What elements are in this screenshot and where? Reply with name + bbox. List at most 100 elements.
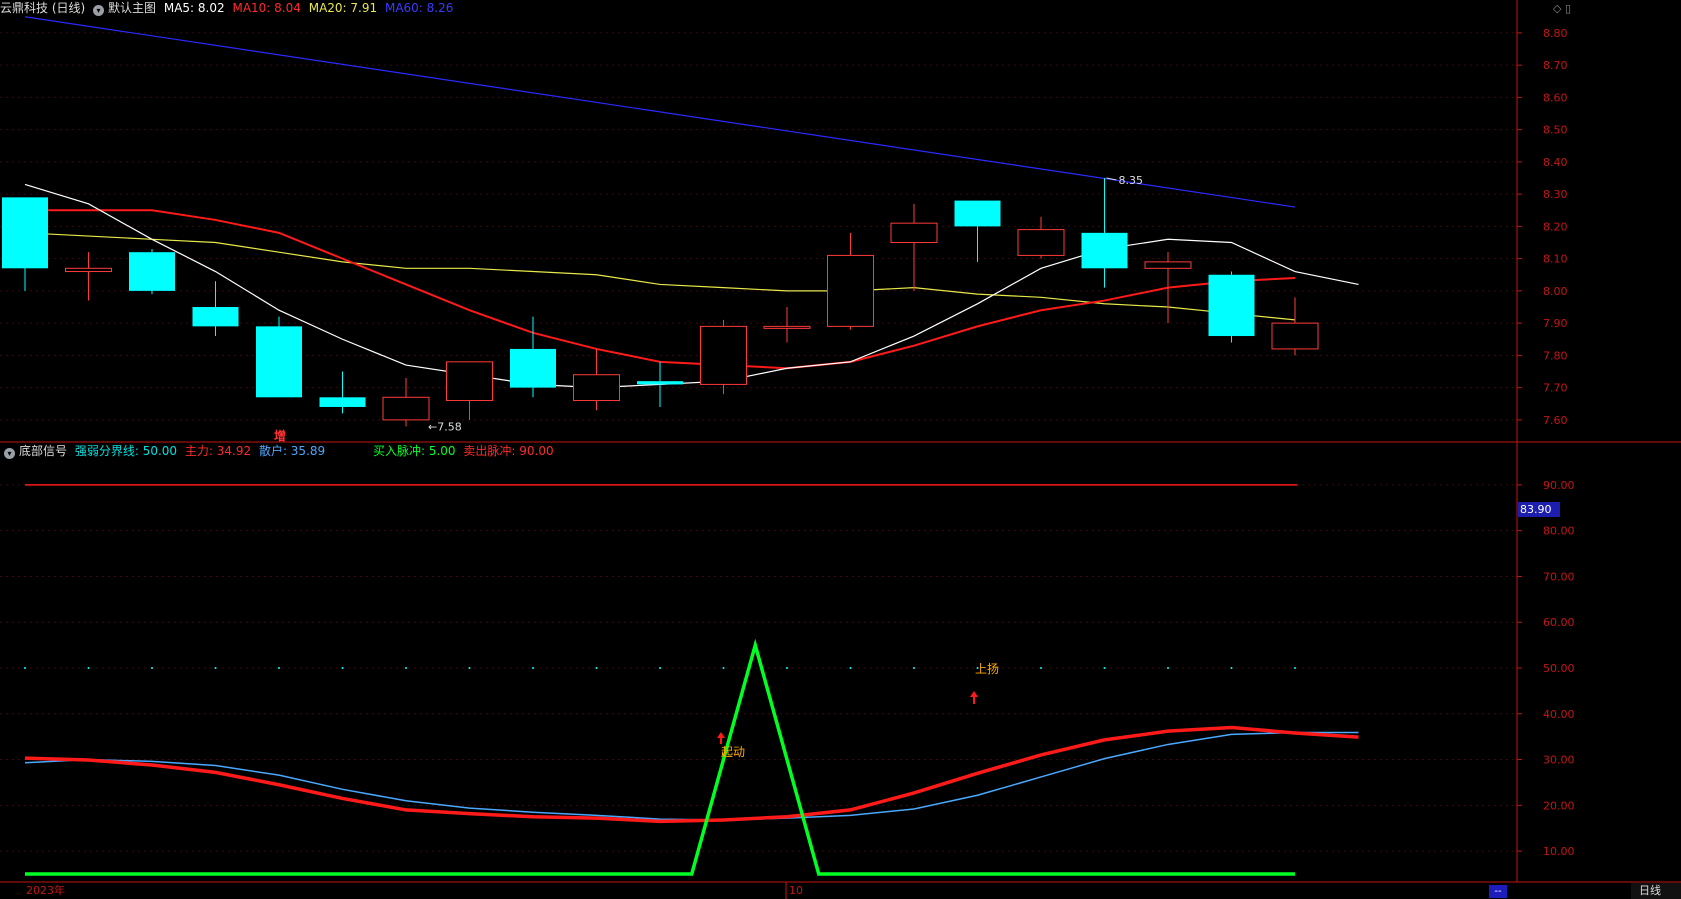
- chart-name[interactable]: 默认主图: [108, 1, 156, 15]
- price-tick-label: 8.40: [1543, 156, 1568, 169]
- candle-body: [763, 325, 811, 329]
- threshold-dot: [722, 667, 725, 669]
- price-tick-label: 8.70: [1543, 59, 1568, 72]
- main-gridlines: [0, 32, 1517, 421]
- candle-body: [1208, 274, 1255, 337]
- signal-annotation: 上扬: [975, 661, 999, 676]
- threshold-label: 强弱分界线: 50.00: [74, 444, 178, 458]
- candle-body: [637, 381, 683, 385]
- threshold-dot: [913, 667, 915, 669]
- price-tick-label: 7.60: [1543, 414, 1568, 427]
- candlesticks: [2, 178, 1319, 427]
- current-value-tag: 83.90: [1518, 502, 1560, 517]
- main-force-line: [24, 725, 1359, 824]
- top-right-icons: ◇ ▯: [1553, 2, 1571, 15]
- signal-arrow-head: [970, 691, 978, 697]
- candle-body: [1144, 261, 1192, 269]
- candle-body: [954, 200, 1001, 227]
- price-tick-label: 8.50: [1543, 124, 1568, 137]
- chart-annotations: 8.35 ←7.58 增起动 上扬: [274, 174, 1143, 759]
- indicator-tick-label: 20.00: [1543, 799, 1575, 812]
- ma20-label: MA20: 7.91: [308, 1, 378, 15]
- price-tick-label: 8.80: [1543, 27, 1568, 40]
- high-annotation: 8.35: [1119, 174, 1144, 187]
- candle-body: [890, 222, 938, 244]
- threshold-dot: [532, 667, 534, 669]
- threshold-dot: [786, 667, 788, 669]
- date-label-mid: 10: [789, 884, 803, 897]
- moving-average-lines: [24, 16, 1359, 389]
- indicator-tick-label: 60.00: [1543, 616, 1575, 629]
- ma5-label: MA5: 8.02: [163, 1, 225, 15]
- mark-annotation: 增: [274, 428, 286, 443]
- threshold-dot: [214, 667, 217, 669]
- candle-body: [827, 254, 874, 327]
- candle-body: [192, 307, 239, 327]
- signal-arrow-head: [717, 732, 725, 738]
- price-tick-label: 8.10: [1543, 253, 1568, 266]
- chart-menu-icon[interactable]: ▾: [93, 5, 105, 16]
- indicator-tick-labels: 90.00 80.00 70.00 60.00 50.00 40.00 30.00 20.00…: [1517, 479, 1575, 858]
- candle-body: [129, 252, 175, 291]
- price-tick-label: 8.30: [1543, 188, 1568, 201]
- threshold-dot: [849, 667, 852, 669]
- threshold-dot: [1294, 667, 1296, 669]
- threshold-dot: [659, 667, 661, 669]
- threshold-dot: [1167, 667, 1169, 669]
- candle-body: [256, 326, 302, 398]
- threshold-dot: [595, 667, 598, 669]
- candle-body: [319, 397, 366, 407]
- threshold-dot: [341, 667, 344, 669]
- threshold-dot: [1103, 667, 1106, 669]
- threshold-dot: [405, 667, 407, 669]
- candle-body: [446, 361, 493, 402]
- retail-line: [24, 731, 1359, 821]
- low-annotation: ←7.58: [428, 420, 462, 433]
- sell-pulse-label: 卖出脉冲: 90.00: [463, 444, 554, 458]
- price-tick-label: 8.60: [1543, 91, 1568, 104]
- candle-body: [1081, 232, 1128, 269]
- indicator-tick-label: 80.00: [1543, 525, 1575, 538]
- indicator-tick-label: 30.00: [1543, 754, 1575, 767]
- ma10-label: MA10: 8.04: [232, 1, 301, 15]
- threshold-dot: [1230, 667, 1233, 669]
- indicator-name[interactable]: 底部信号: [19, 444, 67, 458]
- mini-button[interactable]: --: [1489, 885, 1507, 898]
- date-label-start: 2023年: [26, 884, 65, 897]
- buy-pulse-label: 买入脉冲: 5.00: [372, 444, 456, 458]
- threshold-dot: [24, 667, 26, 669]
- candle-body: [2, 197, 48, 269]
- candle-body: [382, 396, 430, 421]
- indicator-lines: [24, 484, 1359, 876]
- timeframe-button[interactable]: 日线: [1631, 883, 1681, 899]
- threshold-dot: [278, 667, 280, 669]
- diamond-icon[interactable]: ◇: [1553, 2, 1561, 15]
- price-tick-label: 7.80: [1543, 349, 1568, 362]
- threshold-dot: [87, 667, 90, 669]
- indicator-tick-label: 50.00: [1543, 662, 1575, 675]
- candle-body: [1271, 322, 1319, 350]
- indicator-header: ▾ 底部信号 强弱分界线: 50.00 主力: 34.92 散户: 35.89 买…: [0, 443, 558, 459]
- threshold-dot: [1040, 667, 1042, 669]
- candle-body: [573, 374, 620, 402]
- main-chart-header: 云鼎科技 (日线) ▾ 默认主图 MA5: 8.02 MA10: 8.04 MA2…: [0, 0, 457, 16]
- ma60-label: MA60: 8.26: [384, 1, 454, 15]
- main-force-label: 主力: 34.92: [184, 444, 252, 458]
- candle-body: [700, 325, 747, 385]
- indicator-menu-icon[interactable]: ▾: [4, 448, 15, 459]
- price-tick-label: 7.70: [1543, 382, 1568, 395]
- candle-body: [1017, 229, 1065, 256]
- price-tick-label: 7.90: [1543, 317, 1568, 330]
- price-tick-label: 8.20: [1543, 220, 1568, 233]
- stock-name[interactable]: 云鼎科技 (日线): [0, 1, 85, 15]
- retail-label: 散户: 35.89: [258, 444, 326, 458]
- indicator-tick-label: 70.00: [1543, 570, 1575, 583]
- window-icon[interactable]: ▯: [1565, 2, 1571, 15]
- indicator-tick-label: 40.00: [1543, 708, 1575, 721]
- threshold-dot: [151, 667, 153, 669]
- indicator-tick-label: 90.00: [1543, 479, 1575, 492]
- indicator-tick-label: 10.00: [1543, 845, 1575, 858]
- candle-body: [510, 348, 556, 388]
- candle-body: [65, 267, 112, 273]
- signal-annotation: 起动: [721, 745, 745, 759]
